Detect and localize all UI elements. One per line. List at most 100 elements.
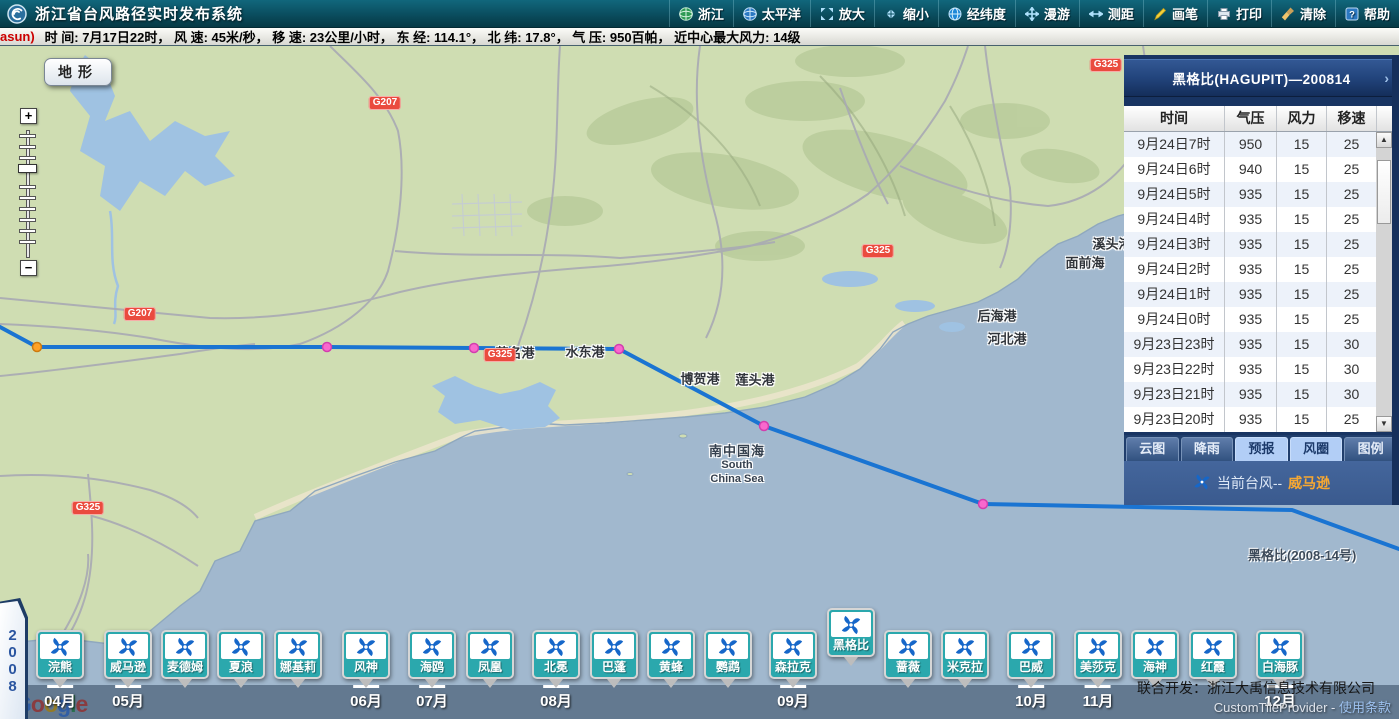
typhoon-pinwheel-icon [412, 634, 452, 659]
toolbar-button-浙江[interactable]: 浙江 [669, 0, 733, 27]
typhoon-icon-黄蜂[interactable]: 黄蜂 [647, 630, 695, 688]
zoom-slider-rail[interactable] [26, 130, 30, 258]
tab-风圈[interactable]: 风圈 [1290, 437, 1343, 461]
toolbar-button-太平洋[interactable]: 太平洋 [733, 0, 810, 27]
year-tab-2008[interactable]: 2008 [0, 598, 28, 719]
toolbar-button-缩小[interactable]: 缩小 [874, 0, 938, 27]
table-cell: 9月23日22时 [1124, 357, 1224, 382]
tab-图例[interactable]: 图例 [1344, 437, 1397, 461]
scroll-down-arrow-icon[interactable]: ▼ [1376, 416, 1392, 432]
column-header-2: 风力 [1276, 106, 1326, 131]
toolbar-button-经纬度[interactable]: 经纬度 [938, 0, 1015, 27]
table-cell: 935 [1224, 207, 1276, 232]
table-cell: 9月24日6时 [1124, 157, 1224, 182]
toolbar-button-label: 太平洋 [762, 4, 801, 23]
terrain-button[interactable]: 地形 [44, 58, 112, 86]
tab-云图[interactable]: 云图 [1126, 437, 1179, 461]
typhoon-icon-风神[interactable]: 风神 [342, 630, 390, 688]
typhoon-icon-巴蓬[interactable]: 巴蓬 [590, 630, 638, 688]
zoom-in-button[interactable]: + [20, 108, 37, 124]
tab-降雨[interactable]: 降雨 [1181, 437, 1234, 461]
zoom-tick[interactable] [19, 218, 36, 222]
toolbar-button-帮助[interactable]: ?帮助 [1335, 0, 1399, 27]
toolbar-button-测距[interactable]: 测距 [1079, 0, 1143, 27]
table-row[interactable]: 9月24日6时9401525 [1124, 157, 1392, 182]
table-row[interactable]: 9月23日21时9351530 [1124, 382, 1392, 407]
panel-tabs: 云图降雨预报风圈图例 [1124, 435, 1399, 461]
toolbar-button-label: 画笔 [1172, 4, 1198, 23]
table-row[interactable]: 9月24日0时9351525 [1124, 307, 1392, 332]
table-cell: 9月24日3时 [1124, 232, 1224, 257]
table-row[interactable]: 9月24日2时9351525 [1124, 257, 1392, 282]
zoom-tick[interactable] [19, 196, 36, 200]
typhoon-icon-美莎克[interactable]: 美莎克 [1074, 630, 1122, 688]
table-row[interactable]: 9月24日5时9351525 [1124, 182, 1392, 207]
toolbar-button-打印[interactable]: 打印 [1207, 0, 1271, 27]
globe-blue-icon [743, 6, 758, 21]
tab-预报[interactable]: 预报 [1235, 437, 1288, 461]
toolbar-button-label: 帮助 [1364, 4, 1390, 23]
typhoon-icon-黑格比[interactable]: 黑格比 [827, 608, 875, 666]
terms-of-use-link[interactable]: 使用条款 [1339, 700, 1391, 715]
typhoon-pointer [607, 679, 621, 688]
column-header-1: 气压 [1224, 106, 1276, 131]
toolbar-button-画笔[interactable]: 画笔 [1143, 0, 1207, 27]
typhoon-icon-威马逊[interactable]: 威马逊 [104, 630, 152, 688]
table-row[interactable]: 9月24日1时9351525 [1124, 282, 1392, 307]
typhoon-icon-浣熊[interactable]: 浣熊 [36, 630, 84, 688]
typhoon-icon-box: 黑格比 [827, 608, 875, 657]
typhoon-pointer [549, 679, 563, 688]
table-row[interactable]: 9月24日4时9351525 [1124, 207, 1392, 232]
typhoon-pinwheel-icon [1260, 634, 1300, 659]
typhoon-icon-娜基莉[interactable]: 娜基莉 [274, 630, 322, 688]
typhoon-pinwheel-icon [773, 634, 813, 659]
current-typhoon-name-link[interactable]: 威马逊 [1288, 473, 1330, 493]
table-row[interactable]: 9月24日7时9501525 [1124, 132, 1392, 157]
panel-collapse-chevron-icon[interactable]: › [1384, 70, 1389, 86]
typhoon-icon-巴威[interactable]: 巴威 [1007, 630, 1055, 688]
typhoon-icon-鹦鹉[interactable]: 鹦鹉 [704, 630, 752, 688]
table-cell: 15 [1276, 307, 1326, 332]
typhoon-icon-蔷薇[interactable]: 蔷薇 [884, 630, 932, 688]
typhoon-icon-夏浪[interactable]: 夏浪 [217, 630, 265, 688]
typhoon-pointer [425, 679, 439, 688]
typhoon-icon-box: 鹦鹉 [704, 630, 752, 679]
zoom-tick[interactable] [19, 134, 36, 138]
typhoon-icon-麦德姆[interactable]: 麦德姆 [161, 630, 209, 688]
table-row[interactable]: 9月23日20时9351525 [1124, 407, 1392, 432]
scroll-up-arrow-icon[interactable]: ▲ [1376, 132, 1392, 148]
table-cell: 935 [1224, 257, 1276, 282]
table-row[interactable]: 9月23日23时9351530 [1124, 332, 1392, 357]
typhoon-info-marquee: asun) 时 间: 7月17日22时， 风 速: 45米/秒， 移 速: 23… [0, 28, 1399, 46]
zoom-tick[interactable] [19, 240, 36, 244]
table-row[interactable]: 9月24日3时9351525 [1124, 232, 1392, 257]
table-cell: 935 [1224, 357, 1276, 382]
typhoon-icon-凤凰[interactable]: 凤凰 [466, 630, 514, 688]
typhoon-name-label: 黑格比 [831, 637, 871, 653]
typhoon-name-label: 北冕 [536, 659, 576, 675]
table-scrollbar[interactable]: ▲ ▼ [1376, 132, 1392, 432]
zoom-tick[interactable] [19, 207, 36, 211]
panel-title-bar[interactable]: 黑格比(HAGUPIT)—200814 › [1124, 59, 1399, 97]
typhoon-icon-海鸥[interactable]: 海鸥 [408, 630, 456, 688]
toolbar-button-漫游[interactable]: 漫游 [1015, 0, 1079, 27]
typhoon-name-label: 鹦鹉 [708, 659, 748, 675]
table-header-row: 时间气压风力移速 [1124, 106, 1392, 132]
typhoon-icon-box: 蔷薇 [884, 630, 932, 679]
table-row[interactable]: 9月23日22时9351530 [1124, 357, 1392, 382]
zoom-tick[interactable] [19, 156, 36, 160]
typhoon-pointer [483, 679, 497, 688]
typhoon-icon-北冕[interactable]: 北冕 [532, 630, 580, 688]
typhoon-name-label: 凤凰 [470, 659, 510, 675]
typhoon-icon-森拉克[interactable]: 森拉克 [769, 630, 817, 688]
scrollbar-thumb[interactable] [1377, 160, 1391, 224]
year-digit: 8 [8, 678, 16, 695]
zoom-slider-handle[interactable] [18, 164, 37, 173]
toolbar-button-清除[interactable]: 清除 [1271, 0, 1335, 27]
zoom-tick[interactable] [19, 145, 36, 149]
zoom-out-button[interactable]: − [20, 260, 37, 276]
typhoon-icon-米克拉[interactable]: 米克拉 [941, 630, 989, 688]
zoom-tick[interactable] [19, 185, 36, 189]
zoom-tick[interactable] [19, 229, 36, 233]
toolbar-button-放大[interactable]: 放大 [810, 0, 874, 27]
